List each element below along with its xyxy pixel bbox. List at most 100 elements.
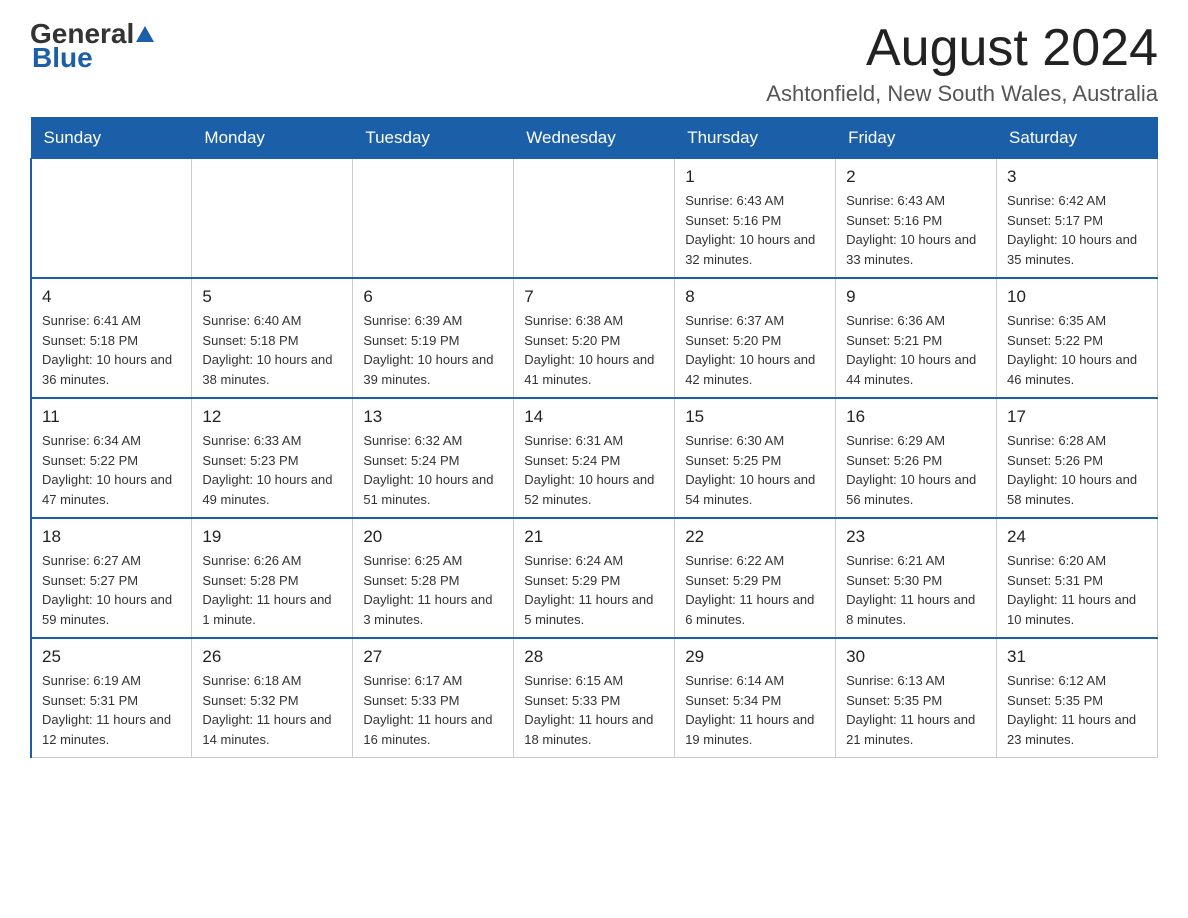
logo-blue-text: Blue	[32, 42, 93, 74]
calendar-cell: 8 Sunrise: 6:37 AMSunset: 5:20 PMDaylight…	[675, 278, 836, 398]
calendar-cell: 11 Sunrise: 6:34 AMSunset: 5:22 PMDayligh…	[31, 398, 192, 518]
day-number: 11	[42, 407, 181, 427]
week-row-2: 4Sunrise: 6:41 AMSunset: 5:18 PMDaylight…	[31, 278, 1158, 398]
day-info: Sunrise: 6:41 AMSunset: 5:18 PMDaylight:…	[42, 311, 181, 389]
day-info: Sunrise: 6:24 AMSunset: 5:29 PMDaylight:…	[524, 551, 664, 629]
day-number: 28	[524, 647, 664, 667]
calendar-cell: 15 Sunrise: 6:30 AMSunset: 5:25 PMDayligh…	[675, 398, 836, 518]
day-info: Sunrise: 6:14 AMSunset: 5:34 PMDaylight:…	[685, 671, 825, 749]
day-number: 15	[685, 407, 825, 427]
calendar-cell: 10 Sunrise: 6:35 AMSunset: 5:22 PMDayligh…	[997, 278, 1158, 398]
calendar-cell: 17 Sunrise: 6:28 AMSunset: 5:26 PMDayligh…	[997, 398, 1158, 518]
calendar-cell: 14 Sunrise: 6:31 AMSunset: 5:24 PMDayligh…	[514, 398, 675, 518]
calendar-cell	[353, 159, 514, 279]
calendar-cell: 5Sunrise: 6:40 AMSunset: 5:18 PMDaylight…	[192, 278, 353, 398]
calendar-cell: 16Sunrise: 6:29 AMSunset: 5:26 PMDayligh…	[836, 398, 997, 518]
day-info: Sunrise: 6:15 AMSunset: 5:33 PMDaylight:…	[524, 671, 664, 749]
day-number: 6	[363, 287, 503, 307]
day-number: 14	[524, 407, 664, 427]
calendar-cell	[192, 159, 353, 279]
day-number: 16	[846, 407, 986, 427]
day-number: 19	[202, 527, 342, 547]
day-number: 31	[1007, 647, 1147, 667]
day-number: 10	[1007, 287, 1147, 307]
calendar-cell	[31, 159, 192, 279]
day-info: Sunrise: 6:42 AMSunset: 5:17 PMDaylight:…	[1007, 191, 1147, 269]
day-info: Sunrise: 6:37 AMSunset: 5:20 PMDaylight:…	[685, 311, 825, 389]
day-number: 26	[202, 647, 342, 667]
page-title: August 2024	[766, 20, 1158, 77]
title-area: August 2024 Ashtonfield, New South Wales…	[766, 20, 1158, 107]
day-number: 2	[846, 167, 986, 187]
day-info: Sunrise: 6:35 AMSunset: 5:22 PMDaylight:…	[1007, 311, 1147, 389]
day-info: Sunrise: 6:39 AMSunset: 5:19 PMDaylight:…	[363, 311, 503, 389]
day-header-monday: Monday	[192, 118, 353, 159]
day-number: 7	[524, 287, 664, 307]
day-number: 21	[524, 527, 664, 547]
day-header-thursday: Thursday	[675, 118, 836, 159]
day-number: 25	[42, 647, 181, 667]
day-number: 17	[1007, 407, 1147, 427]
day-header-tuesday: Tuesday	[353, 118, 514, 159]
calendar-cell: 22 Sunrise: 6:22 AMSunset: 5:29 PMDayligh…	[675, 518, 836, 638]
calendar-cell: 18Sunrise: 6:27 AMSunset: 5:27 PMDayligh…	[31, 518, 192, 638]
day-number: 22	[685, 527, 825, 547]
calendar-cell: 30 Sunrise: 6:13 AMSunset: 5:35 PMDayligh…	[836, 638, 997, 758]
day-info: Sunrise: 6:25 AMSunset: 5:28 PMDaylight:…	[363, 551, 503, 629]
calendar-cell: 19 Sunrise: 6:26 AMSunset: 5:28 PMDayligh…	[192, 518, 353, 638]
day-number: 3	[1007, 167, 1147, 187]
week-row-1: 1 Sunrise: 6:43 AMSunset: 5:16 PMDaylight…	[31, 159, 1158, 279]
day-info: Sunrise: 6:34 AMSunset: 5:22 PMDaylight:…	[42, 431, 181, 509]
day-number: 23	[846, 527, 986, 547]
calendar-cell: 25 Sunrise: 6:19 AMSunset: 5:31 PMDayligh…	[31, 638, 192, 758]
calendar-cell: 24Sunrise: 6:20 AMSunset: 5:31 PMDayligh…	[997, 518, 1158, 638]
logo: General Blue	[30, 20, 154, 74]
day-header-saturday: Saturday	[997, 118, 1158, 159]
day-info: Sunrise: 6:20 AMSunset: 5:31 PMDaylight:…	[1007, 551, 1147, 629]
day-number: 13	[363, 407, 503, 427]
day-info: Sunrise: 6:17 AMSunset: 5:33 PMDaylight:…	[363, 671, 503, 749]
day-info: Sunrise: 6:31 AMSunset: 5:24 PMDaylight:…	[524, 431, 664, 509]
calendar-cell: 13Sunrise: 6:32 AMSunset: 5:24 PMDayligh…	[353, 398, 514, 518]
calendar-cell: 31 Sunrise: 6:12 AMSunset: 5:35 PMDayligh…	[997, 638, 1158, 758]
day-number: 1	[685, 167, 825, 187]
day-info: Sunrise: 6:26 AMSunset: 5:28 PMDaylight:…	[202, 551, 342, 629]
calendar-table: SundayMondayTuesdayWednesdayThursdayFrid…	[30, 117, 1158, 758]
day-info: Sunrise: 6:43 AMSunset: 5:16 PMDaylight:…	[846, 191, 986, 269]
calendar-cell: 20Sunrise: 6:25 AMSunset: 5:28 PMDayligh…	[353, 518, 514, 638]
week-row-4: 18Sunrise: 6:27 AMSunset: 5:27 PMDayligh…	[31, 518, 1158, 638]
day-info: Sunrise: 6:13 AMSunset: 5:35 PMDaylight:…	[846, 671, 986, 749]
calendar-cell: 6 Sunrise: 6:39 AMSunset: 5:19 PMDaylight…	[353, 278, 514, 398]
calendar-cell: 9 Sunrise: 6:36 AMSunset: 5:21 PMDaylight…	[836, 278, 997, 398]
calendar-cell: 12 Sunrise: 6:33 AMSunset: 5:23 PMDayligh…	[192, 398, 353, 518]
day-info: Sunrise: 6:19 AMSunset: 5:31 PMDaylight:…	[42, 671, 181, 749]
day-info: Sunrise: 6:40 AMSunset: 5:18 PMDaylight:…	[202, 311, 342, 389]
day-number: 27	[363, 647, 503, 667]
week-row-5: 25 Sunrise: 6:19 AMSunset: 5:31 PMDayligh…	[31, 638, 1158, 758]
calendar-cell	[514, 159, 675, 279]
day-number: 29	[685, 647, 825, 667]
day-number: 30	[846, 647, 986, 667]
day-info: Sunrise: 6:43 AMSunset: 5:16 PMDaylight:…	[685, 191, 825, 269]
calendar-cell: 1 Sunrise: 6:43 AMSunset: 5:16 PMDaylight…	[675, 159, 836, 279]
day-number: 9	[846, 287, 986, 307]
day-number: 12	[202, 407, 342, 427]
day-info: Sunrise: 6:22 AMSunset: 5:29 PMDaylight:…	[685, 551, 825, 629]
page-subtitle: Ashtonfield, New South Wales, Australia	[766, 81, 1158, 107]
day-header-friday: Friday	[836, 118, 997, 159]
day-info: Sunrise: 6:27 AMSunset: 5:27 PMDaylight:…	[42, 551, 181, 629]
calendar-cell: 3 Sunrise: 6:42 AMSunset: 5:17 PMDaylight…	[997, 159, 1158, 279]
calendar-cell: 4Sunrise: 6:41 AMSunset: 5:18 PMDaylight…	[31, 278, 192, 398]
day-info: Sunrise: 6:12 AMSunset: 5:35 PMDaylight:…	[1007, 671, 1147, 749]
day-info: Sunrise: 6:36 AMSunset: 5:21 PMDaylight:…	[846, 311, 986, 389]
day-info: Sunrise: 6:30 AMSunset: 5:25 PMDaylight:…	[685, 431, 825, 509]
day-info: Sunrise: 6:28 AMSunset: 5:26 PMDaylight:…	[1007, 431, 1147, 509]
day-header-sunday: Sunday	[31, 118, 192, 159]
day-header-wednesday: Wednesday	[514, 118, 675, 159]
calendar-cell: 29 Sunrise: 6:14 AMSunset: 5:34 PMDayligh…	[675, 638, 836, 758]
day-info: Sunrise: 6:33 AMSunset: 5:23 PMDaylight:…	[202, 431, 342, 509]
day-info: Sunrise: 6:38 AMSunset: 5:20 PMDaylight:…	[524, 311, 664, 389]
day-number: 8	[685, 287, 825, 307]
calendar-cell: 23Sunrise: 6:21 AMSunset: 5:30 PMDayligh…	[836, 518, 997, 638]
calendar-cell: 27 Sunrise: 6:17 AMSunset: 5:33 PMDayligh…	[353, 638, 514, 758]
